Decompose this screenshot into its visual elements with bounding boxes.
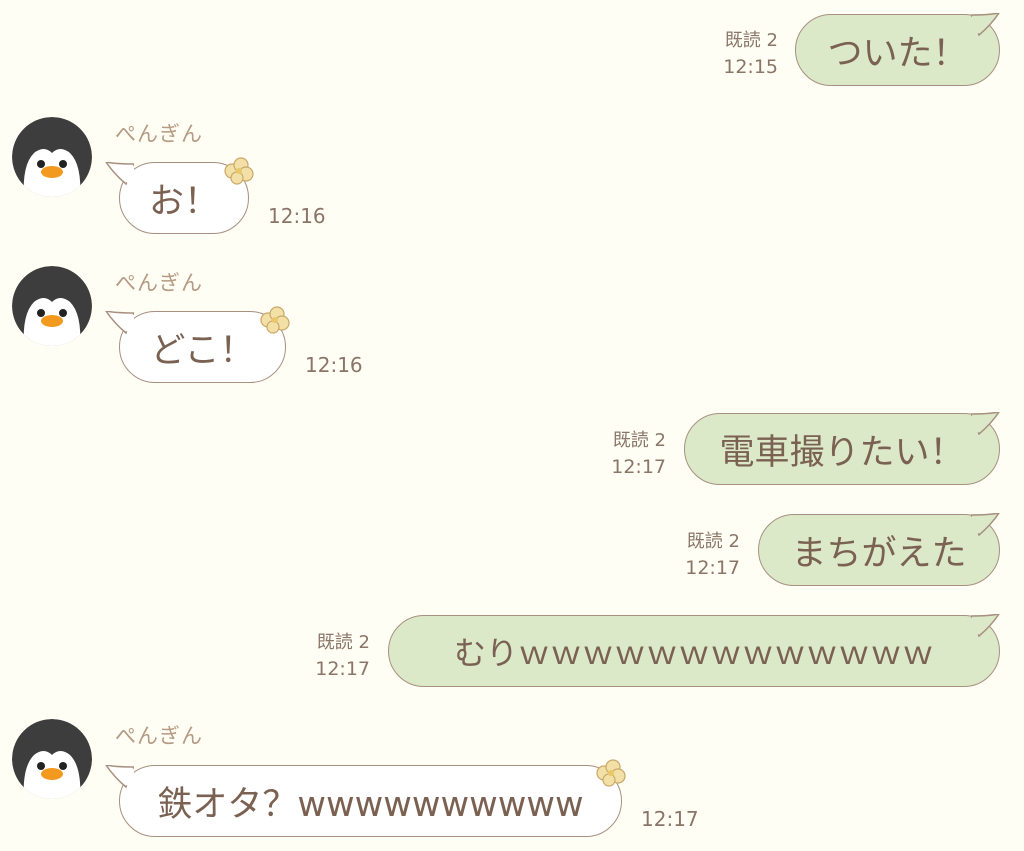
bubble-tail (105, 162, 134, 186)
timestamp: 12:16 (268, 204, 326, 228)
timestamp: 12:17 (685, 557, 740, 579)
flower-icon (596, 759, 626, 787)
message-text: 電車撮りたい！ (719, 432, 965, 473)
penguin-avatar-icon[interactable] (12, 117, 92, 197)
message-text: ついた！ (827, 33, 968, 74)
flower-icon (260, 306, 290, 334)
message-bubble[interactable]: まちがえた (758, 513, 1000, 586)
bubble-tail (971, 513, 1000, 537)
sender-name: ぺんぎん (115, 271, 203, 295)
timestamp: 12:17 (641, 807, 699, 831)
message-sent: 既読 2 12:17 まちがえた (0, 510, 1024, 600)
message-meta: 既読 2 12:17 (588, 428, 666, 480)
penguin-avatar-icon[interactable] (12, 719, 92, 799)
message-bubble[interactable]: 鉄オタ？wwwwwwwwww (119, 765, 622, 837)
bubble-tail (971, 412, 1000, 436)
sender-name: ぺんぎん (115, 724, 203, 748)
message-bubble[interactable]: ついた！ (795, 13, 1000, 86)
read-receipt: 既読 2 (686, 531, 740, 552)
bubble-tail (105, 765, 134, 789)
sender-name: ぺんぎん (115, 122, 203, 146)
message-bubble[interactable]: 電車撮りたい！ (684, 412, 1000, 485)
bubble-tail (971, 614, 1000, 638)
timestamp: 12:15 (723, 56, 778, 78)
message-text: むりｗｗｗｗｗｗｗｗｗｗｗｗｗ (453, 634, 934, 672)
timestamp: 12:17 (611, 456, 666, 478)
bubble-tail (971, 13, 1000, 37)
message-text: 鉄オタ？wwwwwwwwww (157, 784, 584, 825)
message-text: お！ (148, 181, 219, 222)
message-sent: 既読 2 12:17 むりｗｗｗｗｗｗｗｗｗｗｗｗｗ (0, 610, 1024, 700)
flower-icon (224, 157, 254, 185)
timestamp: 12:17 (315, 658, 370, 680)
message-received: ぺんぎん お！ 12:16 (0, 110, 1024, 250)
timestamp: 12:16 (305, 353, 363, 377)
message-meta: 既読 2 12:17 (662, 529, 740, 581)
message-bubble[interactable]: むりｗｗｗｗｗｗｗｗｗｗｗｗｗ (388, 614, 1000, 687)
message-received: ぺんぎん 鉄オタ？wwwwwwwwww 12:17 (0, 711, 1024, 851)
read-receipt: 既読 2 (724, 30, 778, 51)
message-received: ぺんぎん どこ！ 12:16 (0, 259, 1024, 399)
read-receipt: 既読 2 (316, 632, 370, 653)
message-meta: 既読 2 12:17 (292, 630, 370, 682)
message-meta: 既読 2 12:15 (700, 28, 778, 80)
message-text: どこ！ (150, 330, 255, 371)
message-text: まちがえた (791, 533, 967, 574)
message-sent: 既読 2 12:15 ついた！ (0, 0, 1024, 100)
message-sent: 既読 2 12:17 電車撮りたい！ (0, 408, 1024, 498)
bubble-tail (105, 311, 134, 335)
read-receipt: 既読 2 (612, 430, 666, 451)
penguin-avatar-icon[interactable] (12, 266, 92, 346)
